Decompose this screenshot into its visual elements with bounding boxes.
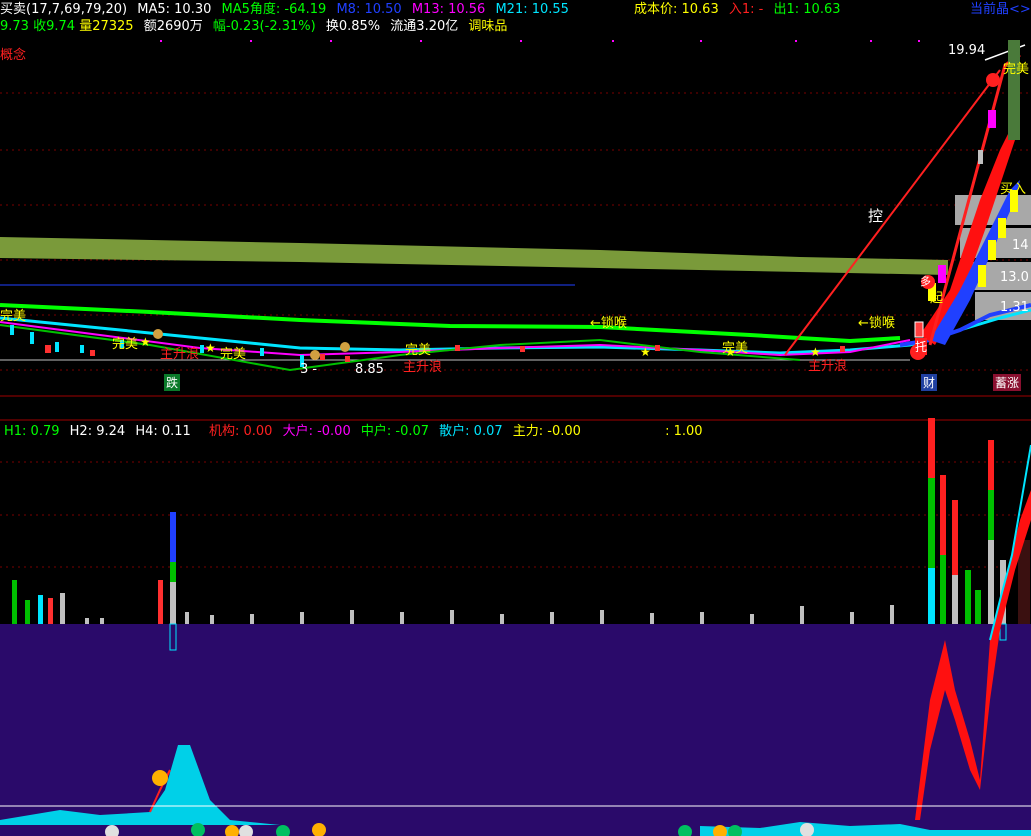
- cai-badge: 财: [921, 374, 938, 391]
- volume-value: 量27325: [79, 19, 134, 34]
- qi-label: 起: [930, 291, 944, 306]
- entry-price: 入1: -: [728, 2, 764, 17]
- ratio-value: : 1.00: [665, 424, 703, 439]
- turnover-value: 换0.85%: [325, 19, 381, 34]
- low-price-label: 8.85: [355, 362, 384, 377]
- indicator-name[interactable]: 买卖(17,7,69,79,20): [0, 2, 127, 17]
- header-line-2: 9.73 收9.74 量27325 额2690万 幅-0.23(-2.31%) …: [0, 19, 513, 35]
- duo-label: 多: [920, 275, 931, 288]
- current-button[interactable]: 当前晶<>: [970, 2, 1031, 18]
- h2-value: H2: 9.24: [69, 424, 126, 439]
- cost-price: 成本价: 10.63: [634, 2, 719, 17]
- ma5-value: MA5: 10.30: [137, 2, 212, 17]
- buy-in-label: 买入: [1000, 182, 1027, 197]
- suo-hou-label-1: ←锁喉: [590, 316, 627, 331]
- zhu-sheng-label-3: 主升浪: [808, 359, 848, 374]
- stock-chart-canvas[interactable]: ★ ★ ★ ★ ★: [0, 0, 1031, 836]
- main-force-value: 主力: -0.00: [512, 424, 581, 439]
- exit-price: 出1: 10.63: [773, 2, 841, 17]
- zhang-badge: 蓄涨: [993, 374, 1022, 391]
- wanmei-label-4: 完美: [405, 343, 432, 358]
- svg-text:★: ★: [205, 341, 216, 355]
- header-line-1: 买卖(17,7,69,79,20) MA5: 10.30 MA5角度: -64.…: [0, 2, 575, 18]
- kong-label: 控: [868, 207, 884, 225]
- svg-text:★: ★: [140, 335, 151, 349]
- high-price-label: 19.94: [948, 43, 986, 58]
- close-value: 收9.74: [33, 19, 76, 34]
- float-value: 流通3.20亿: [390, 19, 459, 34]
- die-badge: 跌: [164, 374, 181, 391]
- m13-value: M13: 10.56: [411, 2, 486, 17]
- concept-label[interactable]: 概念: [0, 44, 26, 63]
- zhu-sheng-label-2: 主升浪: [403, 360, 443, 375]
- change-value: 幅-0.23(-2.31%): [212, 19, 316, 34]
- tuo-label: 托: [915, 338, 928, 355]
- m8-value: M8: 10.50: [336, 2, 402, 17]
- concept-tag[interactable]: 调味品: [468, 19, 507, 34]
- price-13-label: 13.0: [1000, 270, 1029, 285]
- wanmei-label-3: 完美: [220, 347, 247, 362]
- suo-hou-label-2: ←锁喉: [858, 316, 895, 331]
- institution-value: 机构: 0.00: [208, 424, 273, 439]
- ma5-angle: MA5角度: -64.19: [221, 2, 327, 17]
- cost-group: 成本价: 10.63 入1: - 出1: 10.63: [634, 2, 841, 18]
- open-value: 9.73: [0, 19, 29, 34]
- indicator-header: H1: 0.79 H2: 9.24 H4: 0.11 机构: 0.00 大户: …: [4, 424, 709, 440]
- retail-value: 散户: 0.07: [439, 424, 503, 439]
- h1-value: H1: 0.79: [4, 424, 60, 439]
- big-holder-value: 大户: -0.00: [282, 424, 351, 439]
- svg-text:★: ★: [640, 345, 651, 359]
- wanmei-label-1: 完美: [0, 309, 27, 324]
- price-14-label: 14: [1012, 238, 1029, 253]
- wanmei-label-2: 完美: [112, 337, 139, 352]
- mid-holder-value: 中户: -0.07: [360, 424, 430, 439]
- low-prefix-label: 3 -: [300, 362, 318, 377]
- zhu-sheng-label-1: 主升浪: [160, 347, 200, 362]
- m21-value: M21: 10.55: [495, 2, 569, 17]
- price-1131-label: 1.31: [1000, 300, 1029, 315]
- h4-value: H4: 0.11: [135, 424, 191, 439]
- amount-value: 额2690万: [143, 19, 203, 34]
- wanmei-label-5: 完美: [722, 341, 749, 356]
- wanmei-label-top: 完美: [1003, 62, 1030, 77]
